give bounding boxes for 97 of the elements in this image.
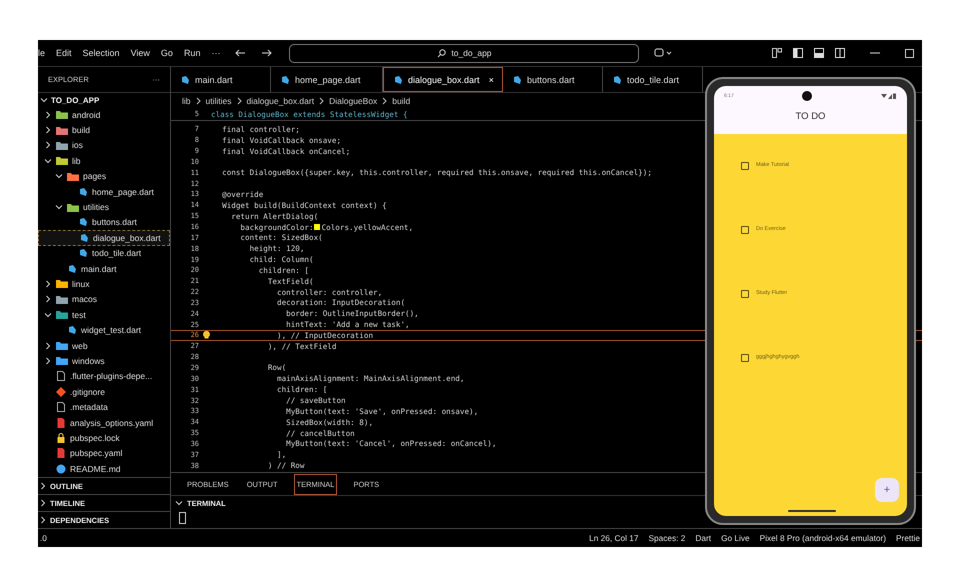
- tree-item[interactable]: build: [38, 122, 170, 138]
- editor-tab[interactable]: todo_tile.dart: [603, 67, 703, 92]
- task-checkbox[interactable]: [741, 226, 749, 234]
- terminal-cursor: [179, 512, 186, 524]
- minimize-icon[interactable]: [870, 52, 880, 54]
- tree-item[interactable]: ios: [38, 138, 170, 154]
- tree-item[interactable]: README.md: [38, 460, 170, 476]
- tree-item[interactable]: pubspec.lock: [38, 430, 170, 446]
- tree-item[interactable]: linux: [38, 276, 170, 292]
- dart-file-icon: [612, 74, 622, 84]
- file-icon: [56, 371, 66, 382]
- task-checkbox[interactable]: [741, 354, 749, 362]
- sidebar-toggle-icon[interactable]: [793, 48, 803, 58]
- breadcrumb-item[interactable]: DialogueBox: [329, 96, 378, 106]
- split-editor-icon[interactable]: [835, 48, 845, 58]
- chevron-icon: [39, 482, 47, 490]
- panel-toggle-icon[interactable]: [814, 48, 824, 58]
- tree-item[interactable]: dialogue_box.dart: [38, 230, 170, 246]
- breadcrumb-item[interactable]: lib: [182, 96, 191, 106]
- forward-arrow-icon[interactable]: [261, 49, 272, 57]
- menu-item[interactable]: Run: [184, 48, 200, 58]
- menu-item[interactable]: Edit: [56, 48, 72, 58]
- chevron-icon: [175, 499, 183, 507]
- signal-battery-icon: [880, 93, 897, 99]
- chevron-icon: [319, 96, 324, 104]
- file-icon: [56, 402, 66, 412]
- editor-tab[interactable]: dialogue_box.dart ×: [383, 67, 503, 92]
- tree-item[interactable]: .gitignore: [38, 384, 170, 400]
- chevron-icon: [39, 516, 47, 524]
- add-task-button[interactable]: +: [875, 478, 899, 502]
- editor-tab[interactable]: buttons.dart: [503, 67, 603, 92]
- dart-file-icon: [180, 74, 190, 84]
- document-icon: [56, 418, 66, 428]
- app-title: TO DO: [794, 111, 826, 122]
- camera-icon: [802, 91, 812, 101]
- document-icon: [56, 448, 66, 458]
- status-item[interactable]: Go Live: [721, 533, 750, 543]
- chevron-icon: [39, 499, 47, 507]
- status-item[interactable]: Dart: [695, 533, 712, 543]
- menu-item[interactable]: Selection: [82, 48, 120, 58]
- dart-file-icon: [67, 264, 77, 274]
- tree-item[interactable]: .flutter-plugins-depe...: [38, 368, 170, 384]
- dart-file-icon: [393, 74, 403, 84]
- task-checkbox[interactable]: [741, 162, 749, 170]
- dart-file-icon: [512, 74, 522, 84]
- navigation-handle: [788, 510, 836, 512]
- status-item[interactable]: Spaces: 2: [648, 533, 686, 543]
- tree-item[interactable]: .metadata: [38, 399, 170, 415]
- breadcrumb-item[interactable]: dialogue_box.dart: [246, 96, 314, 106]
- tree-item[interactable]: buttons.dart: [38, 214, 170, 230]
- menu-item[interactable]: Go: [160, 48, 173, 58]
- status-item[interactable]: Prettie: [896, 533, 920, 543]
- dart-file-icon: [79, 232, 89, 243]
- chevron-icon: [236, 96, 242, 104]
- tree-item[interactable]: pubspec.yaml: [38, 446, 170, 461]
- chevron-icon: [196, 96, 201, 104]
- status-item[interactable]: .0: [40, 533, 47, 543]
- tree-item[interactable]: lib: [38, 153, 170, 169]
- tree-item[interactable]: pages: [38, 168, 170, 184]
- chevron-icon: [382, 96, 388, 104]
- dart-file-icon: [78, 248, 88, 258]
- menu-item[interactable]: View: [130, 48, 150, 58]
- status-item[interactable]: Pixel 8 Pro (android-x64 emulator): [760, 533, 886, 543]
- breadcrumb-item[interactable]: build: [392, 96, 410, 106]
- tree-item[interactable]: android: [38, 107, 170, 122]
- dart-file-icon: [280, 74, 290, 84]
- padlock-icon: [56, 432, 66, 443]
- breadcrumb-item[interactable]: utilities: [206, 96, 232, 106]
- tree-item[interactable]: analysis_options.yaml: [38, 414, 170, 430]
- tree-item[interactable]: windows: [38, 353, 170, 369]
- tree-item[interactable]: macos: [38, 292, 170, 308]
- lightbulb-icon[interactable]: [202, 330, 210, 340]
- info-icon: [56, 464, 66, 474]
- project-header[interactable]: TO_DO_APP: [38, 93, 170, 107]
- search-icon: [437, 48, 446, 58]
- tree-item[interactable]: main.dart: [38, 260, 170, 276]
- search-field[interactable]: to_do_app: [289, 44, 640, 62]
- editor-tab[interactable]: main.dart: [171, 67, 271, 92]
- tree-item[interactable]: web: [38, 338, 170, 354]
- editor-tab[interactable]: home_page.dart: [271, 67, 383, 92]
- diamond-icon: [56, 386, 66, 397]
- task-checkbox[interactable]: [741, 290, 749, 298]
- tree-item[interactable]: utilities: [38, 199, 170, 215]
- dart-file-icon: [78, 186, 88, 197]
- dart-file-icon: [78, 217, 88, 228]
- maximize-icon[interactable]: [905, 48, 914, 58]
- status-item[interactable]: Ln 26, Col 17: [589, 533, 638, 543]
- chevron-icon: [40, 96, 48, 104]
- tree-item[interactable]: home_page.dart: [38, 184, 170, 200]
- layout-icon[interactable]: [772, 48, 782, 58]
- menu-item[interactable]: le: [38, 48, 46, 58]
- dart-file-icon: [67, 325, 77, 336]
- tree-item[interactable]: test: [38, 307, 170, 322]
- tree-item[interactable]: todo_tile.dart: [38, 246, 170, 261]
- menu-item[interactable]: ···: [211, 48, 220, 58]
- back-arrow-icon[interactable]: [235, 49, 246, 57]
- tree-item[interactable]: widget_test.dart: [38, 322, 170, 338]
